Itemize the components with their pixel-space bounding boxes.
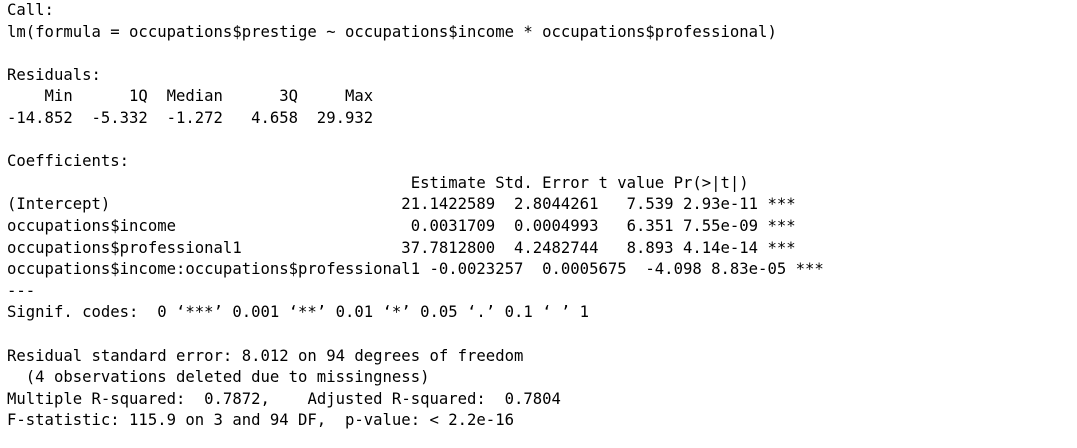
coef-row-intercept: (Intercept) 21.1422589 2.8044261 7.539 2… — [7, 195, 796, 214]
coef-row-interaction: occupations$income:occupations$professio… — [7, 260, 824, 279]
call-header: Call: — [7, 1, 54, 19]
missingness-note: (4 observations deleted due to missingne… — [7, 368, 430, 387]
f-statistic-line: F-statistic: 115.9 on 3 and 94 DF, p-val… — [7, 411, 514, 430]
call-formula: lm(formula = occupations$prestige ~ occu… — [7, 22, 777, 41]
coef-column-header: Estimate Std. Error t value Pr(>|t|) — [7, 173, 787, 192]
residuals-header: Residuals: — [7, 65, 101, 84]
r-console-output: Call: lm(formula = occupations$prestige … — [7, 0, 1067, 432]
coefficients-header: Coefficients: — [7, 152, 130, 171]
r-squared-line: Multiple R-squared: 0.7872, Adjusted R-s… — [7, 389, 571, 408]
coef-row-professional: occupations$professional1 37.7812800 4.2… — [7, 238, 796, 257]
residuals-values: -14.852 -5.332 -1.272 4.658 29.932 — [7, 108, 383, 127]
signif-codes: Signif. codes: 0 ‘***’ 0.001 ‘**’ 0.01 ‘… — [7, 303, 590, 322]
residuals-labels: Min 1Q Median 3Q Max — [7, 87, 383, 106]
separator-line: --- — [7, 281, 36, 300]
residual-standard-error: Residual standard error: 8.012 on 94 deg… — [7, 346, 524, 365]
coef-row-income: occupations$income 0.0031709 0.0004993 6… — [7, 216, 796, 235]
